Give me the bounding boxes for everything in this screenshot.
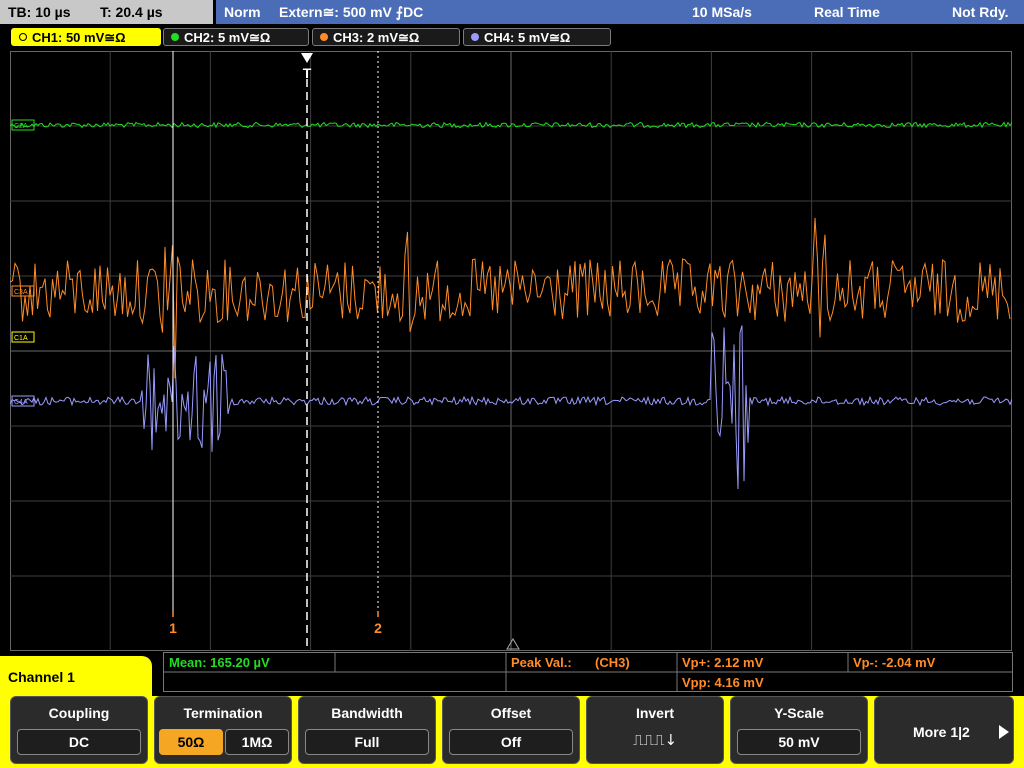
coupling-value[interactable]: DC [17, 729, 141, 755]
coupling-softkey[interactable]: Coupling DC [10, 696, 148, 764]
more-title: More 1|2 [913, 724, 970, 740]
peak-label: Peak Val.: [511, 655, 572, 670]
tab-ch2-label: CH2: 5 mV≅Ω [184, 30, 271, 45]
ch4-indicator-icon [471, 33, 479, 41]
vp-minus-measurement: Vp-: -2.04 mV [853, 655, 936, 670]
invert-title: Invert [635, 705, 675, 721]
tab-ch4[interactable]: CH4: 5 mV≅Ω [463, 28, 611, 46]
trigger-position-icon[interactable] [301, 53, 313, 63]
waveform-canvas: T 1 2 C2A C3A C1A C4A [10, 51, 1012, 651]
termination-title: Termination [183, 705, 263, 721]
ch4-marker-label: C4A [14, 399, 28, 406]
tab-ch1-label: CH1: 50 mV≅Ω [32, 30, 126, 45]
mean-measurement: Mean: 165.20 µV [169, 655, 270, 670]
ch2-marker-label: C2A [14, 123, 28, 130]
tab-ch4-label: CH4: 5 mV≅Ω [484, 30, 571, 45]
ch1-indicator-icon [19, 33, 27, 41]
yscale-value[interactable]: 50 mV [737, 729, 861, 755]
vpp-measurement: Vpp: 4.16 mV [682, 675, 764, 690]
cursor-2-label: 2 [374, 620, 382, 636]
offset-value[interactable]: Off [449, 729, 573, 755]
channel-tabs: CH1: 50 mV≅Ω CH2: 5 mV≅Ω CH3: 2 mV≅Ω CH4… [0, 27, 1024, 49]
tab-ch1[interactable]: CH1: 50 mV≅Ω [11, 28, 161, 46]
ch1-marker-label: C1A [14, 335, 28, 342]
status-bar: TB: 10 µs T: 20.4 µs Norm Extern≅: 500 m… [0, 0, 1024, 26]
invert-softkey[interactable]: Invert ⎍⎍⎍↓ [586, 696, 724, 764]
trigger-source: Extern≅: 500 mV ⨍DC [279, 4, 424, 20]
timebase-value: TB: 10 µs [8, 4, 71, 20]
offset-softkey[interactable]: Offset Off [442, 696, 580, 764]
channel-menu-title: Channel 1 [8, 669, 75, 685]
sample-rate: 10 MSa/s [692, 4, 752, 20]
ch2-indicator-icon [171, 33, 179, 41]
termination-1mohm-option[interactable]: 1MΩ [225, 729, 289, 755]
termination-softkey[interactable]: Termination 50Ω 1MΩ [154, 696, 292, 764]
coupling-title: Coupling [48, 705, 110, 721]
bandwidth-title: Bandwidth [331, 705, 403, 721]
acquisition-panel[interactable]: Norm Extern≅: 500 mV ⨍DC 10 MSa/s Real T… [216, 0, 1024, 24]
acquisition-mode: Real Time [814, 4, 880, 20]
bandwidth-softkey[interactable]: Bandwidth Full [298, 696, 436, 764]
offset-title: Offset [490, 705, 532, 721]
vp-plus-measurement: Vp+: 2.12 mV [682, 655, 764, 670]
tab-ch3[interactable]: CH3: 2 mV≅Ω [312, 28, 460, 46]
invert-waveform-icon: ⎍⎍⎍↓ [632, 731, 678, 749]
tab-ch2[interactable]: CH2: 5 mV≅Ω [163, 28, 309, 46]
trigger-mode: Norm [224, 4, 261, 20]
measurement-bar: Mean: 165.20 µV Peak Val.: (CH3) Vp+: 2.… [163, 652, 1013, 692]
yscale-title: Y-Scale [774, 705, 824, 721]
more-softkey[interactable]: More 1|2 [874, 696, 1014, 764]
bandwidth-value[interactable]: Full [305, 729, 429, 755]
ch1-offset-marker[interactable]: C1A [11, 331, 35, 343]
ch3-marker-label: C3A [14, 289, 28, 296]
tab-ch3-label: CH3: 2 mV≅Ω [333, 30, 420, 45]
trigger-status: Not Rdy. [952, 4, 1009, 20]
next-arrow-icon [999, 725, 1009, 739]
waveform-display[interactable]: T 1 2 C2A C3A C1A C4A [10, 51, 1012, 651]
timebase-panel[interactable]: TB: 10 µs T: 20.4 µs [0, 0, 213, 24]
peak-source: (CH3) [595, 655, 630, 670]
cursor-1-label: 1 [169, 620, 177, 636]
yscale-softkey[interactable]: Y-Scale 50 mV [730, 696, 868, 764]
ch3-indicator-icon [320, 33, 328, 41]
ch3-trace [10, 217, 1011, 379]
termination-50ohm-option[interactable]: 50Ω [159, 729, 223, 755]
horizontal-position-icon [506, 638, 520, 650]
trigger-marker-label: T [303, 65, 312, 81]
channel-menu-header: Channel 1 [0, 656, 152, 698]
softkey-bar: Coupling DC Termination 50Ω 1MΩ Bandwidt… [0, 696, 1024, 768]
trigger-time-value: T: 20.4 µs [100, 4, 163, 20]
graticule-grid [10, 51, 1012, 651]
